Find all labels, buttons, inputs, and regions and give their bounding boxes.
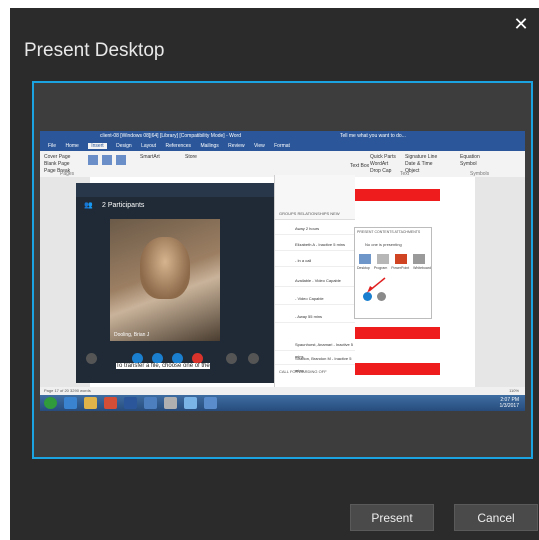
skype-contacts-pane: GROUPS RELATIONSHIPS NEW Away 2 hours El… bbox=[274, 175, 355, 391]
shapes-icon bbox=[116, 155, 126, 165]
word-tab: Home bbox=[65, 143, 79, 149]
ribbon-item: Drop Cap bbox=[370, 168, 392, 174]
word-tab: References bbox=[165, 143, 192, 149]
contact-row[interactable]: - Away 55 mins bbox=[275, 311, 355, 323]
ribbon-item: Quick Parts bbox=[370, 154, 396, 160]
cancel-button[interactable]: Cancel bbox=[454, 504, 538, 531]
not-presenting-text: No one is presenting bbox=[365, 242, 402, 247]
program-icon[interactable] bbox=[377, 254, 389, 264]
popup-item-label: Desktop bbox=[357, 266, 370, 270]
zoom-level: 110% bbox=[509, 388, 519, 393]
word-statusbar: Page 17 of 20 3290 words 110% bbox=[40, 387, 525, 395]
ribbon-item: SmartArt bbox=[140, 154, 160, 160]
table-icon bbox=[88, 155, 98, 165]
desktop-icon[interactable] bbox=[359, 254, 371, 264]
ribbon-item: Equation bbox=[460, 154, 480, 160]
ie-icon[interactable] bbox=[64, 397, 77, 409]
popup-item-label: Program bbox=[373, 266, 388, 270]
present-button[interactable]: Present bbox=[350, 504, 434, 531]
desktop-preview: client-08 [Windows 08]|64] [Library] [Co… bbox=[32, 81, 533, 459]
word-tab: File bbox=[48, 143, 57, 149]
clock: 2:07 PM 1/3/2017 bbox=[500, 397, 519, 409]
more-icon[interactable] bbox=[248, 353, 259, 364]
word-tab: Layout bbox=[141, 143, 157, 149]
whiteboard-icon[interactable] bbox=[413, 254, 425, 264]
ribbon-item: Store bbox=[185, 154, 197, 160]
skype-icon[interactable] bbox=[204, 397, 217, 409]
red-highlight bbox=[340, 363, 440, 375]
chrome-icon[interactable] bbox=[104, 397, 117, 409]
word-tab: Review bbox=[228, 143, 245, 149]
caller-name: Dooling, Brian J bbox=[114, 332, 150, 338]
present-popup: PRESENT CONTENTS ATTACHMENTS No one is p… bbox=[354, 227, 432, 319]
contact-row[interactable]: - Video Capable bbox=[275, 293, 355, 305]
close-icon[interactable]: ✕ bbox=[511, 14, 531, 34]
transfer-instruction: To transfer a file, choose one of the bbox=[116, 363, 210, 369]
call-header: 👥 2 Participants bbox=[76, 197, 274, 215]
word-tab: Design bbox=[116, 143, 132, 149]
popup-tabs: PRESENT CONTENTS ATTACHMENTS bbox=[357, 230, 420, 234]
cougar-image bbox=[140, 237, 190, 299]
ribbon-item: WordArt bbox=[370, 161, 389, 167]
desktop-screenshot: client-08 [Windows 08]|64] [Library] [Co… bbox=[40, 131, 525, 411]
popup-item-label: Whiteboard bbox=[413, 266, 431, 270]
contact-row[interactable]: Available - Video Capable bbox=[275, 275, 355, 287]
explorer-icon[interactable] bbox=[84, 397, 97, 409]
word-tabs: File Home Insert Design Layout Reference… bbox=[40, 141, 525, 151]
contact-row[interactable]: Elizabeth A - Inactive 5 mins bbox=[275, 239, 355, 251]
dialog-title: Present Desktop bbox=[24, 40, 165, 61]
popup-tab[interactable]: PRESENT bbox=[357, 230, 373, 234]
call-titlebar bbox=[76, 183, 274, 197]
participants-icon[interactable]: 👥 bbox=[84, 197, 93, 215]
video-call-window: 👥 2 Participants Dooling, Brian J bbox=[76, 183, 274, 383]
ribbon-item: Blank Page bbox=[44, 161, 70, 167]
picture-icon bbox=[102, 155, 112, 165]
contacts-header: GROUPS RELATIONSHIPS NEW bbox=[279, 211, 340, 216]
popup-item-labels: Desktop Program PowerPoint Whiteboard bbox=[357, 266, 431, 270]
app-icon[interactable] bbox=[184, 397, 197, 409]
present-desktop-dialog: ✕ Present Desktop client-08 [Windows 08]… bbox=[10, 8, 539, 540]
word-titlebar: client-08 [Windows 08]|64] [Library] [Co… bbox=[40, 131, 525, 141]
contact-row[interactable]: Spaunhorst, Anamari - Inactive 5 mins bbox=[275, 339, 355, 359]
contact-row[interactable]: - In a call bbox=[275, 255, 355, 267]
ribbon-item: Symbol bbox=[460, 161, 477, 167]
contact-row[interactable]: Away 2 hours bbox=[275, 223, 355, 235]
ribbon-item: Date & Time bbox=[405, 161, 433, 167]
word-icon[interactable] bbox=[124, 397, 137, 409]
windows-taskbar: 2:07 PM 1/3/2017 bbox=[40, 395, 525, 411]
participants-count: 2 Participants bbox=[102, 202, 145, 209]
clock-date: 1/3/2017 bbox=[499, 403, 519, 409]
tell-me-box: Tell me what you want to do... bbox=[340, 133, 406, 139]
ribbon-item: Cover Page bbox=[44, 154, 71, 160]
popup-item-label: PowerPoint bbox=[391, 266, 410, 270]
contact-row[interactable]: Stratton, Brandon M - Inactive 5 mins bbox=[275, 353, 355, 373]
start-icon[interactable] bbox=[44, 397, 57, 409]
call-forwarding-status: CALL FORWARDING OFF bbox=[279, 369, 327, 374]
page-word-count: Page 17 of 20 3290 words bbox=[44, 388, 91, 393]
red-arrow-icon bbox=[367, 277, 386, 293]
app-icon[interactable] bbox=[164, 397, 177, 409]
ribbon-item: Text Box bbox=[350, 163, 370, 169]
powerpoint-icon[interactable] bbox=[395, 254, 407, 264]
word-ribbon: Cover Page Blank Page Page Break SmartAr… bbox=[40, 151, 525, 178]
devices-icon[interactable] bbox=[226, 353, 237, 364]
ribbon-item: Signature Line bbox=[405, 154, 438, 160]
word-tab: Mailings bbox=[200, 143, 219, 149]
word-tab: Format bbox=[274, 143, 290, 149]
word-tab: View bbox=[253, 143, 265, 149]
popup-tab[interactable]: CONTENTS bbox=[374, 230, 393, 234]
app-icon[interactable] bbox=[144, 397, 157, 409]
popup-tab[interactable]: ATTACHMENTS bbox=[394, 230, 420, 234]
word-tab: Insert bbox=[88, 143, 107, 149]
word-title: client-08 [Windows 08]|64] [Library] [Co… bbox=[100, 133, 241, 139]
chat-icon[interactable] bbox=[86, 353, 97, 364]
caller-video: Dooling, Brian J bbox=[110, 219, 220, 341]
